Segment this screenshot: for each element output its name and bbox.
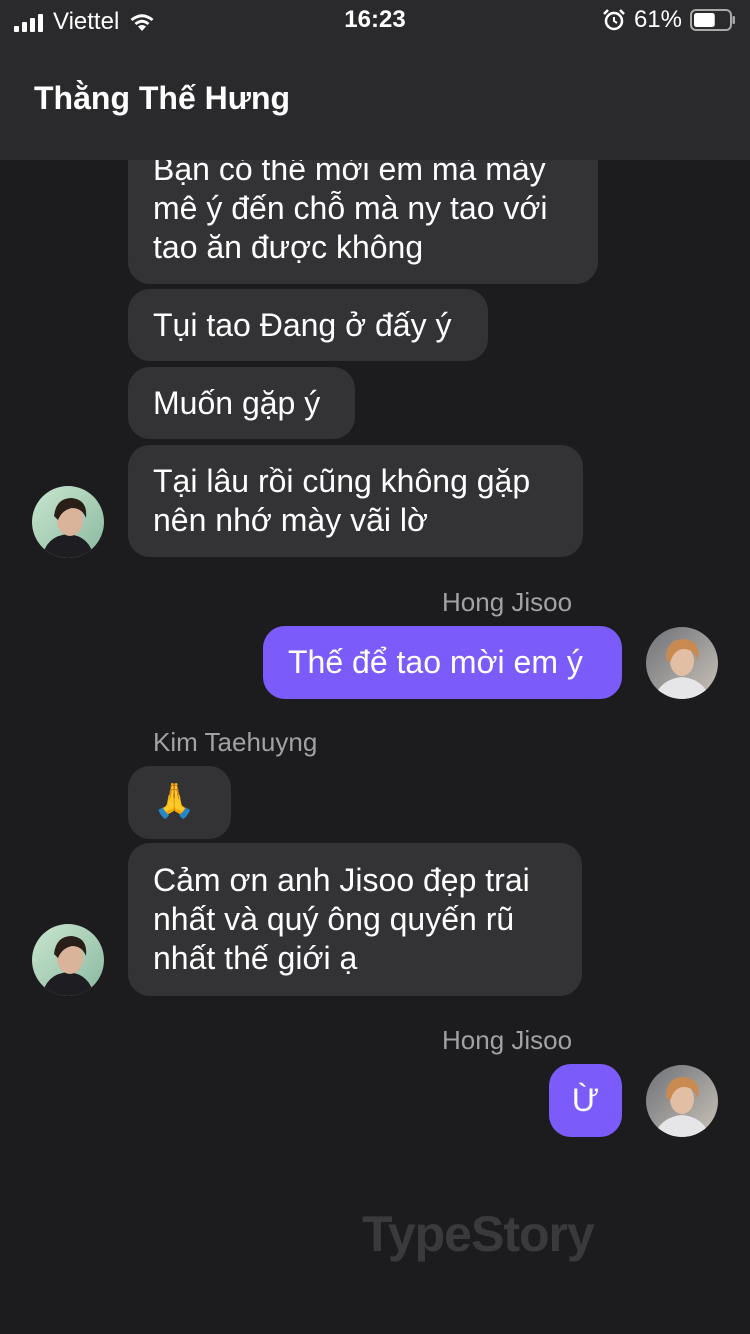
message-bubble-incoming[interactable]: 🙏	[128, 766, 231, 839]
alarm-icon	[603, 9, 625, 31]
chat-header: Thằng Thế Hưng	[0, 40, 750, 160]
sender-name: Hong Jisoo	[442, 587, 573, 617]
message-bubble-incoming[interactable]: Muốn gặp ý	[128, 367, 355, 439]
avatar-kim-taehuyng[interactable]	[32, 924, 104, 996]
avatar-kim-taehuyng[interactable]	[32, 486, 104, 558]
message-list[interactable]: Bạn có thể mời em mà mày mê ý đến chỗ mà…	[0, 0, 750, 1334]
message-bubble-incoming[interactable]: Tụi tao Đang ở đấy ý	[128, 289, 488, 361]
avatar-hong-jisoo[interactable]	[646, 627, 718, 699]
message-line: nhất thế giới ạ	[153, 940, 358, 976]
avatar-image	[646, 627, 718, 699]
message-line: nên nhớ mày vãi lờ	[153, 502, 428, 538]
message-line: Muốn gặp ý	[153, 385, 321, 421]
message-bubble-incoming[interactable]: Cảm ơn anh Jisoo đẹp trai nhất và quý ôn…	[128, 843, 582, 996]
message-line: Tụi tao Đang ở đấy ý	[153, 307, 452, 343]
avatar-image	[32, 924, 104, 996]
message-line: tao ăn được không	[153, 229, 424, 265]
message-bubble-outgoing[interactable]: Ừ	[549, 1064, 622, 1137]
avatar-hong-jisoo[interactable]	[646, 1065, 718, 1137]
status-bar: Viettel 16:23 61%	[0, 0, 750, 40]
avatar-image	[32, 486, 104, 558]
sender-name: Hong Jisoo	[442, 1025, 573, 1055]
message-line: mê ý đến chỗ mà ny tao với	[153, 190, 548, 226]
message-bubble-incoming[interactable]: Tại lâu rồi cũng không gặp nên nhớ mày v…	[128, 445, 583, 557]
battery-icon	[690, 9, 735, 31]
avatar-image	[646, 1065, 718, 1137]
message-line: nhất và quý ông quyến rũ	[153, 901, 515, 937]
message-line: Thế để tao mời em ý	[288, 644, 583, 680]
sender-name: Kim Taehuyng	[153, 727, 318, 757]
message-bubble-outgoing[interactable]: Thế để tao mời em ý	[263, 626, 622, 699]
typestory-watermark: TypeStory	[362, 1206, 595, 1262]
message-emoji: 🙏	[153, 782, 196, 820]
chat-title: Thằng Thế Hưng	[34, 80, 291, 116]
message-line: Cảm ơn anh Jisoo đẹp trai	[153, 862, 530, 898]
message-line: Ừ	[571, 1082, 600, 1118]
message-line: Tại lâu rồi cũng không gặp	[153, 463, 531, 499]
battery-percent: 61%	[633, 6, 682, 33]
